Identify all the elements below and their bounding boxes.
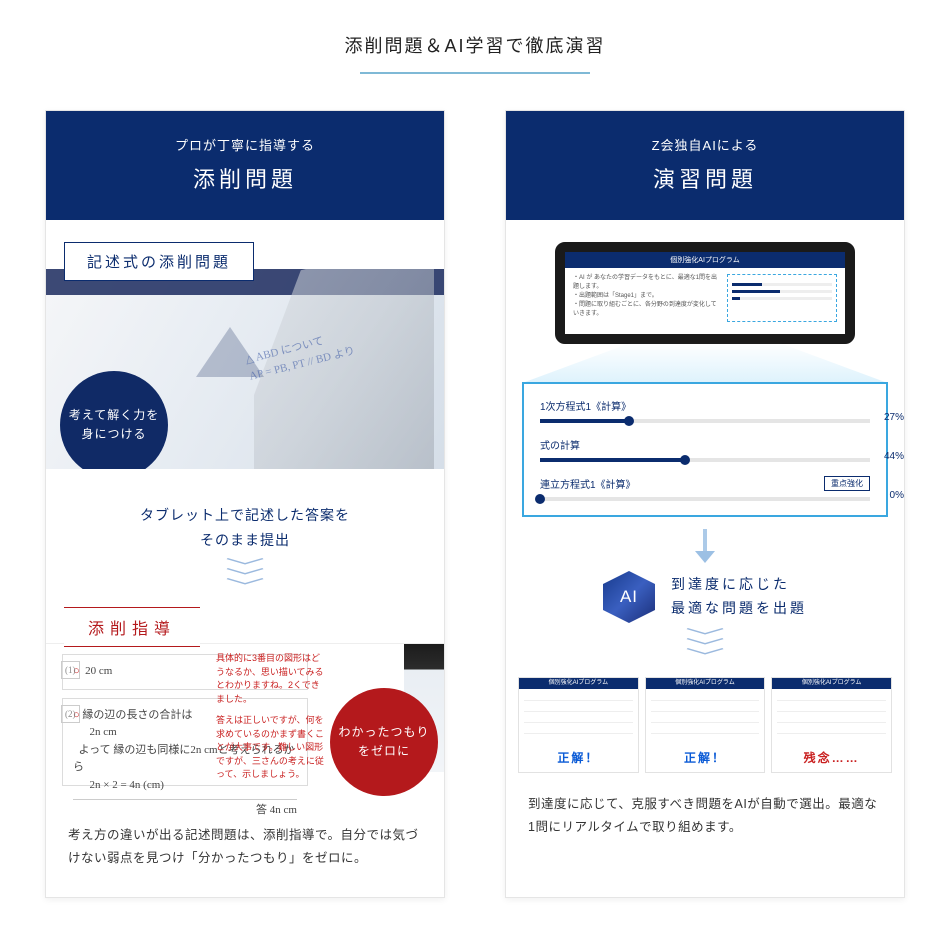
progress-row-2: 連立方程式1《計算》 重点強化 0% [540,476,870,501]
card-ai-practice: Z会独自AIによる 演習問題 個別強化AIプログラム ・AI が あなたの学習デ… [505,110,905,898]
card-correction-header: プロが丁寧に指導する 添削問題 [46,111,444,220]
tablet-mini-progress [727,274,837,322]
thumb-result-0: 正解！ [519,747,638,772]
chevron-down-icon: ﹀﹀﹀ [46,563,444,593]
card-correction-title: 添削問題 [56,162,434,194]
card-ai-desc: 到達度に応じて、克服すべき問題をAIが自動で選出。最適な1問にリアルタイムで取り… [506,773,904,867]
tablet-screenshot: 個別強化AIプログラム ・AI が あなたの学習データをもとに、最適な1問を出題… [555,242,855,344]
thumb-result-2: 残念…… [772,747,891,772]
submit-caption: タブレット上で記述した答案を そのまま提出 [46,503,444,553]
submit-caption-line2: そのまま提出 [46,528,444,553]
essay-tag: 記述式の添削問題 [64,242,254,281]
result-thumb-0: 個別強化AIプログラム 正解！ [518,677,639,773]
card-ai-header: Z会独自AIによる 演習問題 [506,111,904,220]
thumb-head-2: 個別強化AIプログラム [772,678,891,689]
ai-text-1: 到達度に応じた [671,573,807,597]
result-thumb-2: 個別強化AIプログラム 残念…… [771,677,892,773]
result-thumb-1: 個別強化AIプログラム 正解！ [645,677,766,773]
answer1-value: 20 cm [85,665,112,677]
tablet-writing-photo: △ ABD についてAP = PB, PT // BD より 考えて解く力を身に… [46,269,444,469]
progress-row-0: 1次方程式1《計算》 27% [540,398,870,423]
card-correction-subtitle: プロが丁寧に指導する [56,135,434,154]
tablet-head: 個別強化AIプログラム [565,252,845,268]
answer2-line1: 2n cm [90,726,117,738]
card-ai-subtitle: Z会独自AIによる [516,135,894,154]
cards-row: プロが丁寧に指導する 添削問題 記述式の添削問題 △ ABD についてAP = … [0,110,950,938]
progress-label-2: 連立方程式1《計算》 [540,476,636,491]
tablet-body-text: ・AI が あなたの学習データをもとに、最適な1問を出題します。・出題範囲は「S… [573,274,719,322]
progress-value-2: 0% [890,490,904,501]
answer2-line3: 2n × 2 = 4n (cm) [90,779,164,791]
thumb-result-1: 正解！ [646,747,765,772]
progress-panel: 1次方程式1《計算》 27% 式の計算 44% [522,382,888,517]
submit-caption-line1: タブレット上で記述した答案を [46,503,444,528]
arrow-down-icon [506,529,904,563]
progress-badge-2: 重点強化 [824,476,870,491]
red-note-2: 答えは正しいですが、何を求めているのかまず書くことが大事です。難しい図形ですが、… [216,714,324,782]
progress-label-1: 式の計算 [540,437,580,452]
badge-think-solve: 考えて解く力を身につける [60,371,168,469]
card-ai-title: 演習問題 [516,162,894,194]
correction-sample: (1) ○ 20 cm (2) ○ 縁の辺の長さの合計は 2n cm よって 縁… [46,643,444,804]
page-title: 添削問題＆AI学習で徹底演習 [0,0,950,58]
progress-value-1: 44% [884,451,904,462]
answer2-label: 縁の辺の長さの合計は [82,709,192,721]
thumb-head-0: 個別強化AIプログラム [519,678,638,689]
ai-text-2: 最適な問題を出題 [671,597,807,621]
chevron-down-icon-2: ﹀﹀﹀ [506,633,904,663]
result-thumbnails: 個別強化AIプログラム 正解！ 個別強化AIプログラム 正解！ 個別強化AIプロ… [506,677,904,773]
thumb-head-1: 個別強化AIプログラム [646,678,765,689]
answer2-final: 答 4n cm [73,799,297,820]
badge-zero-misunderstanding: わかったつもりをゼロに [330,688,438,796]
red-correction-notes: 具体的に3番目の図形はどうなるか、思い描いてみるとわかりますね。2くできました。… [216,652,324,782]
progress-value-0: 27% [884,412,904,423]
card-correction: プロが丁寧に指導する 添削問題 記述式の添削問題 △ ABD についてAP = … [45,110,445,898]
progress-row-1: 式の計算 44% [540,437,870,462]
title-underline [360,72,590,74]
correction-heading: 添削指導 [64,607,200,647]
progress-label-0: 1次方程式1《計算》 [540,398,631,413]
zoom-beam [525,342,885,382]
